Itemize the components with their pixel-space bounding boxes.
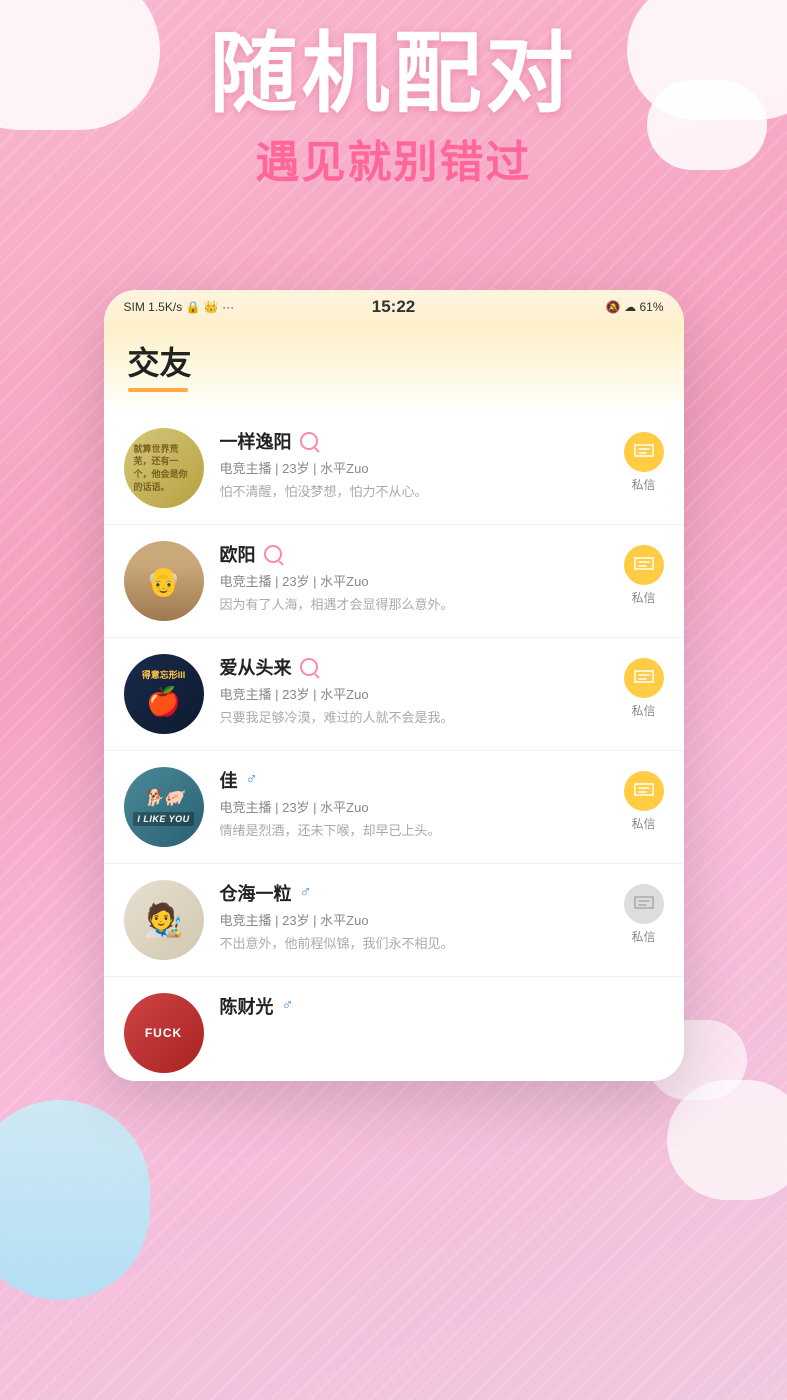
- hero-subtitle: 遇见就别错过: [0, 126, 787, 190]
- list-item: 👴 欧阳 电竞主播 | 23岁 | 水平Zuo 因为有了人海，相遇才会显得那么意…: [104, 525, 684, 638]
- user-info: 仓海一粒 ♂ 电竞主播 | 23岁 | 水平Zuo 不出意外，他前程似锦，我们永…: [220, 880, 612, 952]
- phone-mockup: SIM 1.5K/s 🔒 👑 ··· 15:22 🔕 ☁ 61% 交友 就算世界…: [104, 290, 684, 1081]
- user-bio: 怕不清醒，怕没梦想，怕力不从心。: [220, 481, 612, 500]
- user-info: 爱从头来 电竞主播 | 23岁 | 水平Zuo 只要我足够冷漠，难过的人就不会是…: [220, 654, 612, 726]
- user-name-row: 欧阳: [220, 541, 612, 567]
- avatar-image: 👴: [124, 541, 204, 621]
- user-name: 爱从头来: [220, 654, 292, 680]
- user-name: 一样逸阳: [220, 428, 292, 454]
- private-message-button[interactable]: 私信: [624, 432, 664, 493]
- message-icon-circle: [624, 545, 664, 585]
- user-info: 陈财光 ♂: [220, 993, 664, 1023]
- search-icon: [264, 545, 282, 563]
- list-item: 就算世界荒芜，还有一个，他会是你的话语。 一样逸阳 电竞主播 | 23岁 | 水…: [104, 412, 684, 525]
- user-bio: 情绪是烈酒，还未下喉，却早已上头。: [220, 820, 612, 839]
- user-name: 陈财光: [220, 993, 274, 1019]
- button-label: 私信: [631, 589, 655, 606]
- user-meta: 电竞主播 | 23岁 | 水平Zuo: [220, 684, 612, 703]
- message-icon: [633, 443, 655, 461]
- list-item: 🧑‍🎨 仓海一粒 ♂ 电竞主播 | 23岁 | 水平Zuo 不出意外，他前程似锦…: [104, 864, 684, 977]
- user-name-row: 陈财光 ♂: [220, 993, 664, 1019]
- user-info: 欧阳 电竞主播 | 23岁 | 水平Zuo 因为有了人海，相遇才会显得那么意外。: [220, 541, 612, 613]
- signal-info: 🔕 ☁ 61%: [606, 300, 664, 314]
- app-title: 交友: [128, 338, 660, 384]
- avatar-image: FUCK: [124, 993, 204, 1073]
- user-name: 欧阳: [220, 541, 256, 567]
- avatar-image: 🐕🐖 I LIKE YOU: [127, 767, 199, 847]
- button-label: 私信: [631, 815, 655, 832]
- avatar-image: 就算世界荒芜，还有一个，他会是你的话语。: [130, 439, 198, 497]
- avatar[interactable]: 得意忘形III 🍎: [124, 654, 204, 734]
- gender-male-icon: ♂: [246, 771, 258, 789]
- button-label: 私信: [631, 702, 655, 719]
- user-name-row: 仓海一粒 ♂: [220, 880, 612, 906]
- button-label: 私信: [631, 476, 655, 493]
- message-icon: [633, 782, 655, 800]
- user-bio: 因为有了人海，相遇才会显得那么意外。: [220, 594, 612, 613]
- status-time: 15:22: [372, 297, 415, 317]
- list-item: 得意忘形III 🍎 爱从头来 电竞主播 | 23岁 | 水平Zuo 只要我足够冷…: [104, 638, 684, 751]
- private-message-button[interactable]: 私信: [624, 658, 664, 719]
- user-bio: 不出意外，他前程似锦，我们永不相见。: [220, 933, 612, 952]
- avatar[interactable]: 就算世界荒芜，还有一个，他会是你的话语。: [124, 428, 204, 508]
- user-name: 仓海一粒: [220, 880, 292, 906]
- app-header: 交友: [104, 322, 684, 412]
- message-icon: [633, 669, 655, 687]
- user-list: 就算世界荒芜，还有一个，他会是你的话语。 一样逸阳 电竞主播 | 23岁 | 水…: [104, 412, 684, 1081]
- message-icon-circle: [624, 658, 664, 698]
- button-label: 私信: [631, 928, 655, 945]
- user-info: 一样逸阳 电竞主播 | 23岁 | 水平Zuo 怕不清醒，怕没梦想，怕力不从心。: [220, 428, 612, 500]
- title-underline: [128, 388, 188, 392]
- status-bar: SIM 1.5K/s 🔒 👑 ··· 15:22 🔕 ☁ 61%: [104, 290, 684, 322]
- search-icon: [300, 658, 318, 676]
- status-left: SIM 1.5K/s 🔒 👑 ···: [124, 300, 235, 314]
- cloud-decoration: [0, 1100, 150, 1300]
- sim-info: SIM 1.5K/s 🔒 👑 ···: [124, 300, 235, 314]
- hero-title: 随机配对: [0, 30, 787, 118]
- message-icon-circle: [624, 432, 664, 472]
- message-icon: [633, 556, 655, 574]
- user-name: 佳: [220, 767, 238, 793]
- private-message-button[interactable]: 私信: [624, 884, 664, 945]
- avatar[interactable]: 🐕🐖 I LIKE YOU: [124, 767, 204, 847]
- gender-male-icon: ♂: [300, 884, 312, 902]
- avatar[interactable]: 🧑‍🎨: [124, 880, 204, 960]
- user-meta: 电竞主播 | 23岁 | 水平Zuo: [220, 910, 612, 929]
- user-info: 佳 ♂ 电竞主播 | 23岁 | 水平Zuo 情绪是烈酒，还未下喉，却早已上头。: [220, 767, 612, 839]
- user-meta: 电竞主播 | 23岁 | 水平Zuo: [220, 797, 612, 816]
- hero-section: 随机配对 遇见就别错过: [0, 30, 787, 190]
- user-name-row: 爱从头来: [220, 654, 612, 680]
- private-message-button[interactable]: 私信: [624, 545, 664, 606]
- list-item: FUCK 陈财光 ♂: [104, 977, 684, 1081]
- user-meta: 电竞主播 | 23岁 | 水平Zuo: [220, 458, 612, 477]
- gender-male-icon: ♂: [282, 997, 294, 1015]
- user-bio: 只要我足够冷漠，难过的人就不会是我。: [220, 707, 612, 726]
- avatar[interactable]: 👴: [124, 541, 204, 621]
- avatar-image: 得意忘形III 🍎: [136, 664, 192, 724]
- message-icon: [633, 895, 655, 913]
- user-name-row: 一样逸阳: [220, 428, 612, 454]
- private-message-button[interactable]: 私信: [624, 771, 664, 832]
- list-item: 🐕🐖 I LIKE YOU 佳 ♂ 电竞主播 | 23岁 | 水平Zuo 情绪是…: [104, 751, 684, 864]
- avatar-image: 🧑‍🎨: [124, 880, 204, 960]
- message-icon-circle: [624, 771, 664, 811]
- status-right: 🔕 ☁ 61%: [606, 300, 664, 314]
- user-name-row: 佳 ♂: [220, 767, 612, 793]
- user-meta: 电竞主播 | 23岁 | 水平Zuo: [220, 571, 612, 590]
- avatar[interactable]: FUCK: [124, 993, 204, 1073]
- search-icon: [300, 432, 318, 450]
- message-icon-circle: [624, 884, 664, 924]
